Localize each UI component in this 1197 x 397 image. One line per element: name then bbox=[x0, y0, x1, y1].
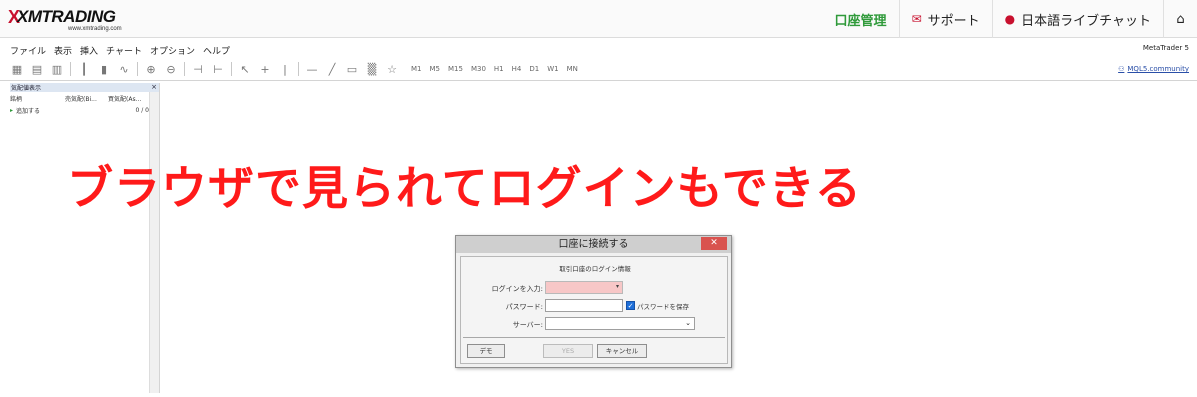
timeframe-h1[interactable]: H1 bbox=[494, 65, 504, 73]
menu-bar: ファイル 表示 挿入 チャート オプション ヘルプ MetaTrader 5 bbox=[0, 41, 1197, 57]
mql5-community-link[interactable]: ⚇ MQL5.community bbox=[1118, 65, 1189, 73]
nav-live-chat[interactable]: ● 日本語ライブチャット bbox=[991, 0, 1163, 38]
timeframe-w1[interactable]: W1 bbox=[547, 65, 558, 73]
dialog-divider bbox=[463, 337, 725, 338]
home-icon: ⌂ bbox=[1176, 11, 1185, 27]
symbol-count: 0 / 0 bbox=[135, 106, 149, 114]
timeframe-h4[interactable]: H4 bbox=[512, 65, 522, 73]
dialog-titlebar[interactable]: 口座に接続する ✕ bbox=[456, 236, 731, 253]
crosshair-icon[interactable]: + bbox=[258, 62, 272, 76]
toolbar-separator bbox=[137, 62, 138, 76]
menu-view[interactable]: 表示 bbox=[54, 44, 72, 57]
timeframe-buttons: M1 M5 M15 M30 H1 H4 D1 W1 MN bbox=[411, 65, 578, 73]
chat-bubble-icon: ● bbox=[1004, 12, 1016, 26]
dialog-title: 口座に接続する bbox=[558, 239, 629, 250]
toolbar: ▦ ▤ ▥ ┃ ▮ ∿ ⊕ ⊖ ⊣ ⊢ ↖ + | — ╱ ▭ ▒ ☆ M1 M bbox=[0, 59, 1197, 81]
password-input[interactable] bbox=[545, 299, 623, 312]
server-label: サーバー: bbox=[512, 321, 543, 329]
menu-items: ファイル 表示 挿入 チャート オプション ヘルプ bbox=[10, 44, 230, 57]
home-button[interactable]: ⌂ bbox=[1163, 0, 1197, 38]
nav-support[interactable]: ✉ サポート bbox=[898, 0, 992, 38]
column-bid[interactable]: 売気配(Bi... bbox=[65, 94, 108, 103]
timeframe-m5[interactable]: M5 bbox=[430, 65, 441, 73]
mql5-community-label: MQL5.community bbox=[1127, 65, 1189, 73]
timeframe-m15[interactable]: M15 bbox=[448, 65, 463, 73]
menu-insert[interactable]: 挿入 bbox=[80, 44, 98, 57]
line-chart-icon[interactable]: ∿ bbox=[117, 62, 131, 76]
toolbar-tools: ▦ ▤ ▥ ┃ ▮ ∿ ⊕ ⊖ ⊣ ⊢ ↖ + | — ╱ ▭ ▒ ☆ M1 M bbox=[10, 62, 578, 76]
toolbar-separator bbox=[231, 62, 232, 76]
column-ask[interactable]: 買気配(As... bbox=[108, 94, 148, 103]
dialog-close-button[interactable]: ✕ bbox=[701, 237, 727, 250]
timeframe-m1[interactable]: M1 bbox=[411, 65, 422, 73]
timeframe-mn[interactable]: MN bbox=[567, 65, 578, 73]
nav-support-label: サポート bbox=[927, 13, 980, 29]
page-root: X XMTRADING www.xmtrading.com 口座管理 ✉ サポー… bbox=[0, 0, 1197, 397]
menu-help[interactable]: ヘルプ bbox=[203, 44, 230, 57]
chevron-down-icon: ⌄ bbox=[685, 319, 691, 327]
market-watch-title-label: 気配値表示 bbox=[11, 85, 42, 92]
bar-chart-icon[interactable]: ┃ bbox=[77, 62, 91, 76]
close-icon: ✕ bbox=[710, 238, 718, 248]
logo-brand: XMTRADING bbox=[17, 7, 116, 26]
zoom-in-icon[interactable]: ⊕ bbox=[144, 62, 158, 76]
fibonacci-icon[interactable]: ▒ bbox=[365, 62, 379, 76]
candlestick-icon[interactable]: ▮ bbox=[97, 62, 111, 76]
market-watch-header: 銘柄 売気配(Bi... 買気配(As... bbox=[10, 92, 159, 104]
cancel-button[interactable]: キャンセル bbox=[597, 344, 647, 358]
market-watch-title: 気配値表示 × bbox=[10, 83, 159, 92]
connect-account-dialog: 口座に接続する ✕ 取引口座のログイン情報 ログインを入力: ▾ パスワード: … bbox=[455, 235, 732, 368]
server-select[interactable]: ⌄ bbox=[545, 317, 695, 330]
zoom-out-icon[interactable]: ⊖ bbox=[164, 62, 178, 76]
close-icon[interactable]: × bbox=[151, 83, 157, 91]
dialog-body: 取引口座のログイン情報 ログインを入力: ▾ パスワード: ✓ パスワードを保存… bbox=[460, 256, 728, 364]
xm-logo[interactable]: X XMTRADING www.xmtrading.com bbox=[8, 6, 128, 32]
save-password-checkbox[interactable]: ✓ bbox=[626, 301, 635, 310]
shapes-icon[interactable]: ☆ bbox=[385, 62, 399, 76]
dialog-subtitle: 取引口座のログイン情報 bbox=[559, 265, 631, 273]
text-label-icon[interactable]: ▭ bbox=[345, 62, 359, 76]
toolbar-separator bbox=[298, 62, 299, 76]
market-watch-scrollbar[interactable] bbox=[149, 92, 159, 393]
dropdown-arrow-icon: ▾ bbox=[615, 283, 619, 290]
check-icon: ✓ bbox=[627, 302, 634, 310]
headline-caption: ブラウザで見られてログインもできる bbox=[67, 161, 862, 215]
login-select[interactable]: ▾ bbox=[545, 281, 623, 294]
new-chart-icon[interactable]: ▦ bbox=[10, 62, 24, 76]
toolbar-separator bbox=[184, 62, 185, 76]
menu-options[interactable]: オプション bbox=[150, 44, 195, 57]
play-icon: ▸ bbox=[10, 106, 14, 114]
horizontal-line-icon[interactable]: — bbox=[305, 62, 319, 76]
nav-live-chat-label: 日本語ライブチャット bbox=[1021, 13, 1151, 29]
toolbar-separator bbox=[70, 62, 71, 76]
vertical-line-icon[interactable]: | bbox=[278, 62, 292, 76]
password-label: パスワード: bbox=[505, 303, 543, 311]
header-nav: 口座管理 ✉ サポート ● 日本語ライブチャット ⌂ bbox=[823, 0, 1197, 38]
new-order-icon[interactable]: ▤ bbox=[30, 62, 44, 76]
login-label: ログインを入力: bbox=[491, 285, 543, 293]
nav-account-management-label: 口座管理 bbox=[834, 13, 887, 29]
demo-button[interactable]: デモ bbox=[467, 344, 505, 358]
timeframe-d1[interactable]: D1 bbox=[529, 65, 539, 73]
yes-button[interactable]: YES bbox=[543, 344, 593, 358]
nav-account-management[interactable]: 口座管理 bbox=[823, 0, 899, 38]
logo-url: www.xmtrading.com bbox=[68, 26, 122, 32]
save-password-label: パスワードを保存 bbox=[637, 303, 689, 311]
market-watch-panel: 気配値表示 × 銘柄 売気配(Bi... 買気配(As... ▸ 追加する 0 … bbox=[10, 83, 160, 393]
menu-chart[interactable]: チャート bbox=[106, 44, 142, 57]
trendline-icon[interactable]: ╱ bbox=[325, 62, 339, 76]
chart-shift-icon[interactable]: ⊣ bbox=[191, 62, 205, 76]
menu-file[interactable]: ファイル bbox=[10, 44, 46, 57]
envelope-icon: ✉ bbox=[911, 12, 922, 26]
cursor-icon[interactable]: ↖ bbox=[238, 62, 252, 76]
community-icon: ⚇ bbox=[1118, 65, 1125, 73]
autoscroll-icon[interactable]: ⊢ bbox=[211, 62, 225, 76]
timeframe-m30[interactable]: M30 bbox=[471, 65, 486, 73]
app-name: MetaTrader 5 bbox=[1142, 44, 1189, 52]
column-symbol[interactable]: 銘柄 bbox=[10, 94, 65, 103]
print-icon[interactable]: ▥ bbox=[50, 62, 64, 76]
add-symbol-label: 追加する bbox=[16, 107, 41, 115]
site-header: X XMTRADING www.xmtrading.com 口座管理 ✉ サポー… bbox=[0, 0, 1197, 38]
add-symbol-row[interactable]: ▸ 追加する 0 / 0 bbox=[10, 104, 159, 116]
